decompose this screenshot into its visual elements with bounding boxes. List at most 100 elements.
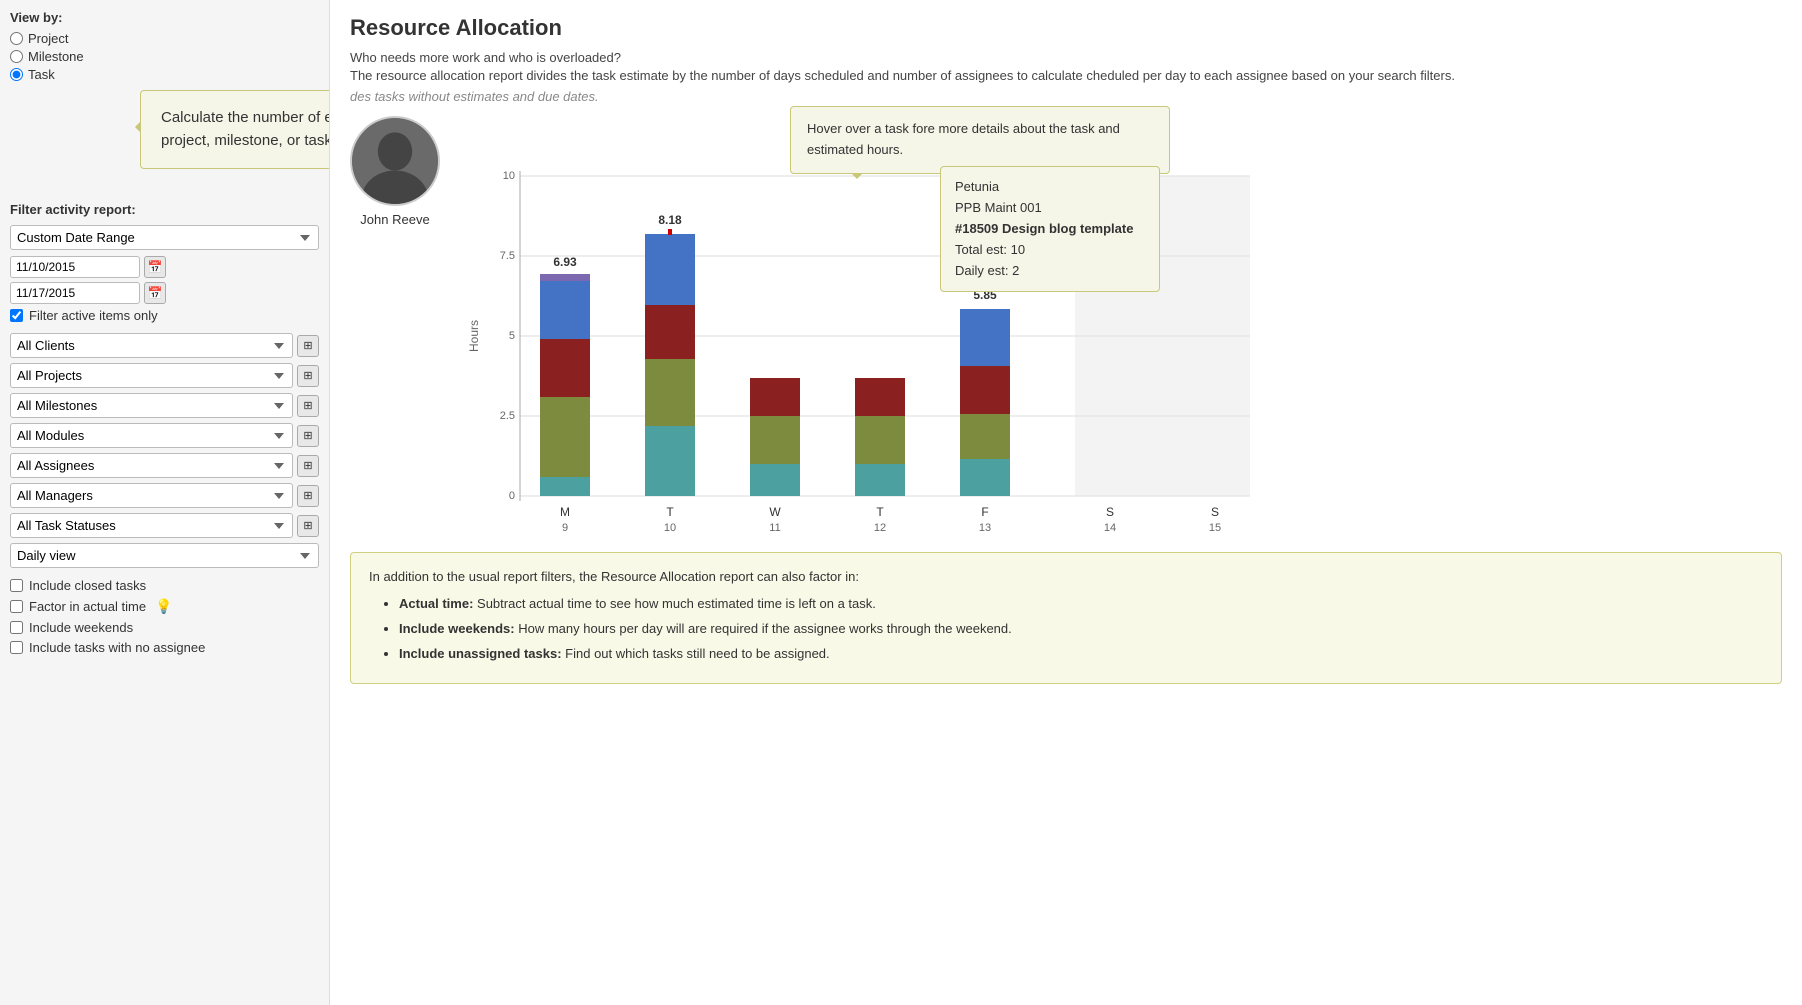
view-by-project[interactable]: Project (10, 31, 319, 46)
bar-m9-red (540, 339, 590, 397)
x-label-s14: S (1106, 505, 1114, 519)
include-weekends-checkbox[interactable] (10, 621, 23, 634)
sidebar: View by: Project Milestone Task Calculat… (0, 0, 330, 1005)
task-statuses-grid-icon[interactable]: ⊞ (297, 515, 319, 537)
bar-w11-green (750, 416, 800, 464)
modules-grid-icon[interactable]: ⊞ (297, 425, 319, 447)
filter-title: Filter activity report: (10, 202, 319, 217)
closed-tasks-checkbox[interactable] (10, 579, 23, 592)
view-by-milestone[interactable]: Milestone (10, 49, 319, 64)
task-tooltip-subproject: PPB Maint 001 (955, 198, 1145, 219)
x-date-11: 11 (769, 522, 780, 534)
bar-t10-red (645, 305, 695, 359)
assignees-grid-icon[interactable]: ⊞ (297, 455, 319, 477)
milestones-grid-icon[interactable]: ⊞ (297, 395, 319, 417)
user-name: John Reeve (360, 212, 429, 227)
x-date-15: 15 (1209, 522, 1221, 534)
bar-f13-red (960, 366, 1010, 414)
projects-grid-icon[interactable]: ⊞ (297, 365, 319, 387)
task-tooltip-task: #18509 Design blog template (955, 219, 1145, 240)
main-content: Resource Allocation Who needs more work … (330, 0, 1802, 1005)
avatar (350, 116, 440, 206)
bar-t10-blue (645, 234, 695, 305)
start-date-row: 📅 (10, 256, 319, 278)
daily-view-group: Daily view (10, 543, 319, 568)
view-by-milestone-radio[interactable] (10, 50, 23, 63)
no-assignee-row: Include tasks with no assignee (10, 640, 319, 655)
x-date-9: 9 (562, 522, 568, 534)
factor-time-checkbox[interactable] (10, 600, 23, 613)
task-statuses-filter-row: All Task Statuses ⊞ (10, 513, 319, 538)
info-box-item-1: Actual time: Subtract actual time to see… (399, 594, 1763, 615)
closed-tasks-row: Include closed tasks (10, 578, 319, 593)
modules-select[interactable]: All Modules (10, 423, 293, 448)
x-date-13: 13 (979, 522, 991, 534)
x-label-s15: S (1211, 505, 1219, 519)
clients-grid-icon[interactable]: ⊞ (297, 335, 319, 357)
include-weekends-label: Include weekends (29, 620, 133, 635)
info-box-item-2-text: How many hours per day will are required… (518, 621, 1012, 636)
filter-active-label: Filter active items only (29, 308, 158, 323)
end-date-calendar-icon[interactable]: 📅 (144, 282, 166, 304)
bar-m9-purple (540, 274, 590, 281)
filter-active-checkbox[interactable] (10, 309, 23, 322)
closed-tasks-label: Include closed tasks (29, 578, 146, 593)
task-tooltip-daily: Daily est: 2 (955, 261, 1145, 282)
x-date-12: 12 (874, 522, 886, 534)
view-by-section: View by: Project Milestone Task Calculat… (10, 10, 319, 82)
daily-view-select[interactable]: Daily view (10, 543, 319, 568)
factor-time-row: Factor in actual time 💡 (10, 598, 319, 615)
info-box-item-2-bold: Include weekends: (399, 621, 515, 636)
bar-m9-blue (540, 281, 590, 339)
view-by-task[interactable]: Task (10, 67, 319, 82)
page-desc1: Who needs more work and who is overloade… (350, 49, 1782, 85)
task-statuses-select[interactable]: All Task Statuses (10, 513, 293, 538)
bar-m9-teal (540, 477, 590, 496)
info-box-item-3-text: Find out which tasks still need to be as… (565, 646, 829, 661)
info-box-item-1-text: Subtract actual time to see how much est… (477, 596, 876, 611)
milestones-filter-row: All Milestones ⊞ (10, 393, 319, 418)
end-date-input[interactable] (10, 282, 140, 304)
x-label-f: F (981, 505, 988, 519)
task-tooltip-project: Petunia (955, 177, 1145, 198)
modules-filter-row: All Modules ⊞ (10, 423, 319, 448)
avatar-svg (352, 116, 438, 206)
x-date-14: 14 (1104, 522, 1116, 534)
chart-area: John Reeve Hover over a task fore more d… (350, 116, 1782, 536)
chart-hover-tooltip: Hover over a task fore more details abou… (790, 106, 1170, 174)
start-date-calendar-icon[interactable]: 📅 (144, 256, 166, 278)
date-range-select[interactable]: Custom Date Range This Week Last Week Th… (10, 225, 319, 250)
bar-t12-teal (855, 464, 905, 496)
start-date-input[interactable] (10, 256, 140, 278)
user-column: John Reeve (350, 116, 440, 536)
managers-grid-icon[interactable]: ⊞ (297, 485, 319, 507)
page-title: Resource Allocation (350, 15, 1782, 41)
projects-select[interactable]: All Projects (10, 363, 293, 388)
no-assignee-checkbox[interactable] (10, 641, 23, 654)
clients-filter-row: All Clients ⊞ (10, 333, 319, 358)
info-box-item-2: Include weekends: How many hours per day… (399, 619, 1763, 640)
info-box-item-1-bold: Actual time: (399, 596, 473, 611)
no-assignee-label: Include tasks with no assignee (29, 640, 205, 655)
clients-select[interactable]: All Clients (10, 333, 293, 358)
view-by-task-radio[interactable] (10, 68, 23, 81)
view-by-tooltip: Calculate the number of estimated hours … (140, 90, 330, 169)
bar-w11-red (750, 378, 800, 416)
chart-hover-tooltip-text: Hover over a task fore more details abou… (807, 121, 1120, 157)
view-by-tooltip-text: Calculate the number of estimated hours … (161, 109, 330, 149)
bar-m9-label: 6.93 (553, 255, 577, 269)
view-by-project-radio[interactable] (10, 32, 23, 45)
view-by-project-label: Project (28, 31, 68, 46)
bar-t10-marker (668, 229, 672, 235)
managers-select[interactable]: All Managers (10, 483, 293, 508)
bar-m9-green (540, 397, 590, 477)
info-box: In addition to the usual report filters,… (350, 552, 1782, 683)
svg-text:10: 10 (503, 170, 515, 182)
view-by-task-label: Task (28, 67, 55, 82)
x-label-w: W (769, 505, 781, 519)
bar-t10-teal (645, 426, 695, 496)
milestones-select[interactable]: All Milestones (10, 393, 293, 418)
x-date-10: 10 (664, 522, 676, 534)
info-box-intro: In addition to the usual report filters,… (369, 567, 1763, 588)
assignees-select[interactable]: All Assignees (10, 453, 293, 478)
